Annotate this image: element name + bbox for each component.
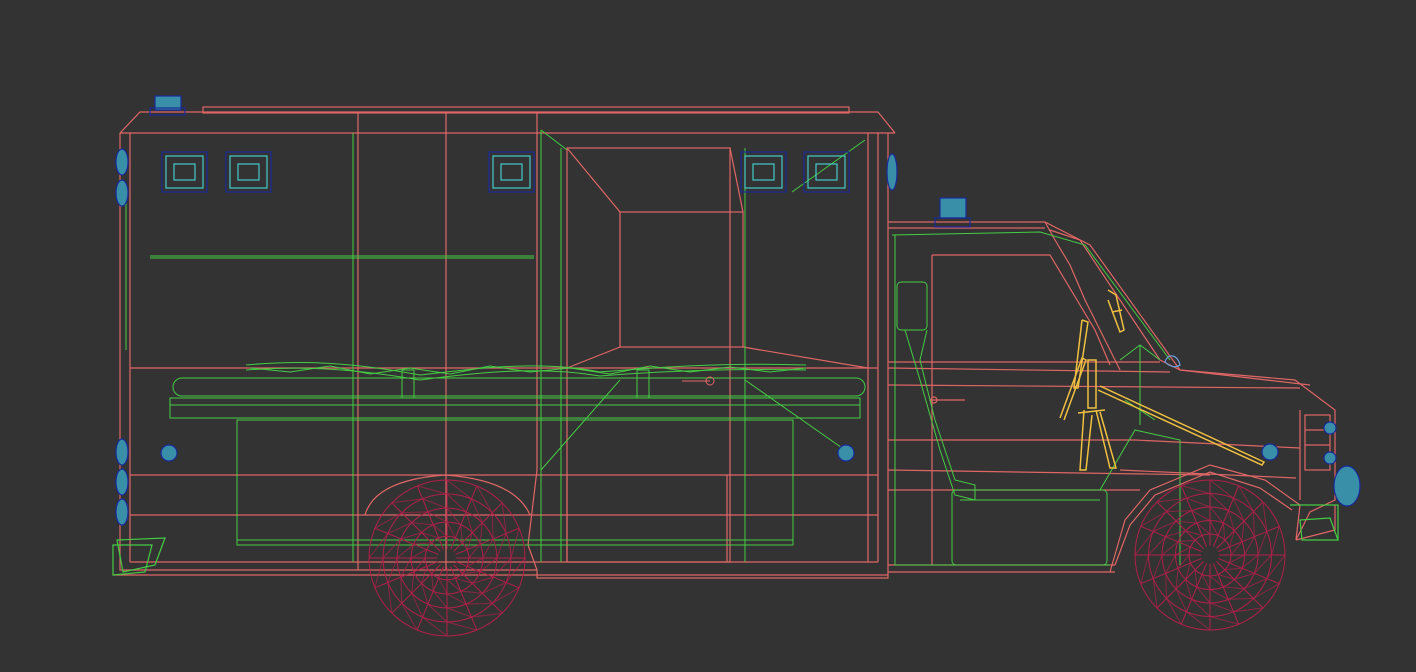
front-wheel[interactable] [1134, 479, 1286, 631]
cab-body[interactable] [887, 221, 1336, 573]
ambulance-wireframe[interactable] [0, 0, 1416, 672]
cab-interior-wire [891, 231, 1181, 566]
rear-wheel[interactable] [368, 479, 526, 637]
stretcher[interactable] [169, 362, 866, 419]
headlight-icon [1304, 414, 1361, 507]
window-2 [225, 151, 272, 193]
box-windows [161, 151, 850, 193]
window-5 [803, 151, 850, 193]
3d-viewport[interactable] [0, 0, 1416, 672]
window-4 [740, 151, 787, 193]
beacon-lights [115, 95, 1361, 526]
window-3 [488, 151, 535, 193]
window-1 [161, 151, 208, 193]
steering-wheel [1164, 355, 1181, 368]
roof-beacon-cab-icon [934, 197, 971, 228]
driver-seat[interactable] [1059, 289, 1266, 471]
